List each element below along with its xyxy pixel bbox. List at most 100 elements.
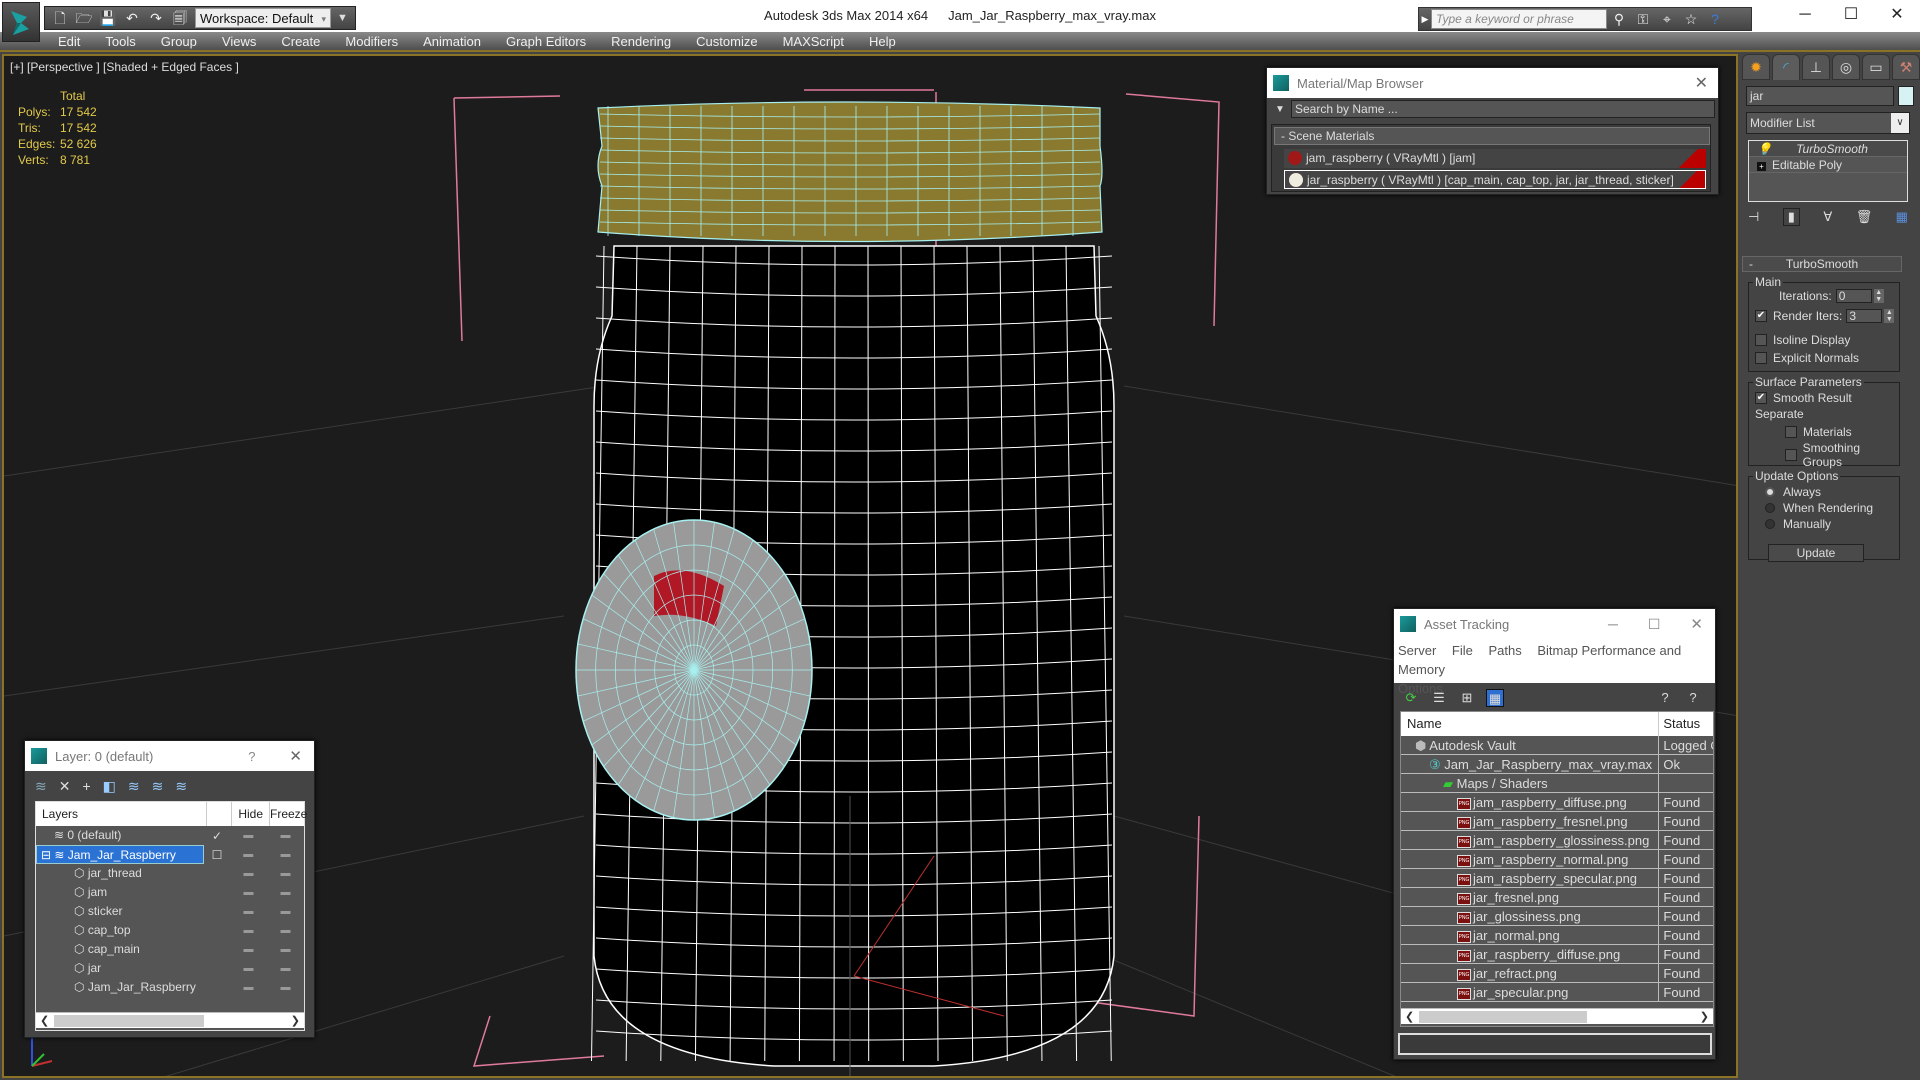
stack-item-turbosmooth[interactable]: 💡 TurboSmooth (1749, 141, 1907, 157)
column-status[interactable]: Status (1659, 712, 1713, 736)
scene-materials-header[interactable]: - Scene Materials (1274, 127, 1710, 145)
layer-row[interactable]: ⬡ cap_main ▬ ▬ (36, 940, 304, 959)
scroll-right-icon[interactable]: ❯ (1700, 1009, 1709, 1025)
hide-toggle[interactable]: ▬ (230, 944, 267, 955)
menu-bitmap-performance[interactable]: Bitmap Performance and Memory (1398, 643, 1681, 677)
menu-graph-editors[interactable]: Graph Editors (506, 34, 586, 49)
stack-item-editable-poly[interactable]: + Editable Poly (1749, 157, 1907, 173)
radio-when-rendering[interactable] (1765, 503, 1775, 513)
menu-paths[interactable]: Paths (1489, 643, 1522, 658)
object-name-field[interactable]: jar (1746, 86, 1894, 106)
layer-row[interactable]: ⬡ cap_top ▬ ▬ (36, 921, 304, 940)
asset-row[interactable]: PNG jam_raspberry_diffuse.png Found (1401, 793, 1713, 812)
current-layer-toggle[interactable]: ☐ (204, 848, 229, 862)
hide-toggle[interactable]: ▬ (230, 963, 267, 974)
menu-animation[interactable]: Animation (423, 34, 481, 49)
column-hide[interactable]: Hide (232, 802, 270, 826)
column-layers[interactable]: Layers (36, 802, 207, 826)
pin-stack-icon[interactable]: ⊣ (1748, 209, 1759, 225)
select-layer-icon[interactable]: ≋ (128, 778, 140, 795)
create-tab-icon[interactable]: ✹ (1742, 54, 1770, 80)
add-to-layer-icon[interactable]: + (82, 778, 90, 794)
freeze-toggle[interactable]: ▬ (267, 868, 304, 879)
asset-path-field[interactable] (1398, 1033, 1712, 1055)
star-icon[interactable]: ☆ (1679, 11, 1703, 28)
layer-name-cell[interactable]: ⬡ cap_main (36, 940, 205, 959)
hide-toggle[interactable]: ▬ (230, 868, 267, 879)
help-icon[interactable]: ? (1703, 11, 1727, 27)
object-color-swatch[interactable] (1898, 86, 1914, 106)
layer-row[interactable]: ≋ 0 (default) ✓ ▬ ▬ (36, 826, 304, 845)
keyword-search-input[interactable]: Type a keyword or phrase (1431, 9, 1607, 29)
hide-toggle[interactable]: ▬ (230, 849, 267, 860)
expand-search-icon[interactable]: ▶ (1419, 14, 1431, 25)
scroll-thumb[interactable] (54, 1015, 204, 1027)
material-item[interactable]: jar_raspberry ( VRayMtl ) [cap_main, cap… (1284, 170, 1706, 189)
refresh-icon[interactable]: ⟳ (1402, 689, 1420, 707)
maximize-icon[interactable]: ☐ (1648, 616, 1661, 633)
key-icon[interactable]: ⚿ (1631, 11, 1655, 28)
menu-maxscript[interactable]: MAXScript (783, 34, 844, 49)
menu-tools[interactable]: Tools (105, 34, 135, 49)
menu-views[interactable]: Views (222, 34, 256, 49)
modifier-list-dropdown[interactable]: Modifier List ∨ (1746, 112, 1910, 134)
radio-always[interactable] (1765, 487, 1775, 497)
table-view-icon[interactable]: ▦ (1486, 689, 1504, 707)
render-iters-spinner[interactable]: 3 (1846, 309, 1883, 323)
close-icon[interactable]: ✕ (1690, 615, 1703, 633)
column-name[interactable]: Name (1401, 712, 1660, 736)
expand-plus-icon[interactable]: + (1757, 162, 1766, 171)
asset-row[interactable]: PNG jam_raspberry_specular.png Found (1401, 869, 1713, 888)
layer-row[interactable]: ⊟ ≋ Jam_Jar_Raspberry ☐ ▬ ▬ (36, 845, 304, 864)
freeze-toggle[interactable]: ▬ (267, 944, 304, 955)
layer-name-cell[interactable]: ⬡ Jam_Jar_Raspberry (36, 978, 205, 997)
freeze-toggle[interactable]: ▬ (267, 982, 304, 993)
hierarchy-tab-icon[interactable]: ⊥ (1802, 54, 1830, 80)
modify-tab-icon[interactable]: ◜ (1772, 54, 1800, 80)
freeze-toggle[interactable]: ▬ (267, 963, 304, 974)
hide-toggle[interactable]: ▬ (230, 830, 267, 841)
freeze-toggle[interactable]: ▬ (267, 925, 304, 936)
layer-row[interactable]: ⬡ jam ▬ ▬ (36, 883, 304, 902)
layer-row[interactable]: ⬡ jar_thread ▬ ▬ (36, 864, 304, 883)
select-objects-icon[interactable]: ◧ (103, 778, 116, 795)
display-tab-icon[interactable]: ▭ (1862, 54, 1890, 80)
material-item[interactable]: jam_raspberry ( VRayMtl ) [jam] (1284, 149, 1706, 168)
spinner-arrows-icon[interactable]: ▲ ▼ (1884, 309, 1895, 323)
scroll-left-icon[interactable]: ❮ (1405, 1009, 1414, 1025)
hide-toggle[interactable]: ▬ (230, 887, 267, 898)
update-manually-option[interactable]: Manually (1765, 517, 1831, 531)
smoothing-groups-checkbox[interactable] (1785, 449, 1797, 461)
iterations-spinner[interactable]: 0 (1835, 289, 1872, 303)
freeze-toggle[interactable]: ▬ (267, 849, 304, 860)
current-layer-toggle[interactable]: ✓ (204, 829, 229, 843)
filter-icon[interactable]: ▼ (1275, 104, 1291, 115)
explicit-normals-checkbox[interactable] (1755, 352, 1767, 364)
help-icon[interactable]: ? (1684, 689, 1702, 707)
highlight-layer-icon[interactable]: ≋ (152, 778, 164, 795)
close-icon[interactable]: ✕ (289, 747, 302, 765)
list-view-icon[interactable]: ☰ (1430, 689, 1448, 707)
help-button[interactable]: ? (248, 749, 255, 764)
collapse-icon[interactable]: ⊟ (41, 848, 54, 862)
horizontal-scrollbar[interactable]: ❮ ❯ (1401, 1008, 1713, 1024)
scroll-thumb[interactable] (1419, 1011, 1587, 1023)
column-freeze[interactable]: Freeze (270, 802, 307, 826)
asset-row[interactable]: PNG jam_raspberry_fresnel.png Found (1401, 812, 1713, 831)
hide-toggle[interactable]: ▬ (230, 982, 267, 993)
search-by-name-input[interactable]: Search by Name ... (1291, 100, 1715, 118)
vault-help-icon[interactable]: ? (1656, 689, 1674, 707)
isoline-display-checkbox[interactable] (1755, 334, 1767, 346)
asset-row[interactable]: ⬢ Autodesk VaultLogged Out (1401, 736, 1713, 755)
lightbulb-icon[interactable]: 💡 (1757, 141, 1772, 157)
scroll-right-icon[interactable]: ❯ (291, 1013, 300, 1029)
minimize-icon[interactable]: ─ (1608, 616, 1618, 632)
delete-layer-icon[interactable]: ✕ (59, 778, 71, 795)
minimize-button[interactable]: ─ (1782, 0, 1828, 30)
layer-name-cell[interactable]: ⬡ jar_thread (36, 864, 205, 883)
freeze-toggle[interactable]: ▬ (267, 830, 304, 841)
close-icon[interactable]: ✕ (1695, 73, 1708, 93)
freeze-toggle[interactable]: ▬ (267, 906, 304, 917)
layer-name-cell[interactable]: ⬡ sticker (36, 902, 205, 921)
update-button[interactable]: Update (1768, 544, 1864, 562)
